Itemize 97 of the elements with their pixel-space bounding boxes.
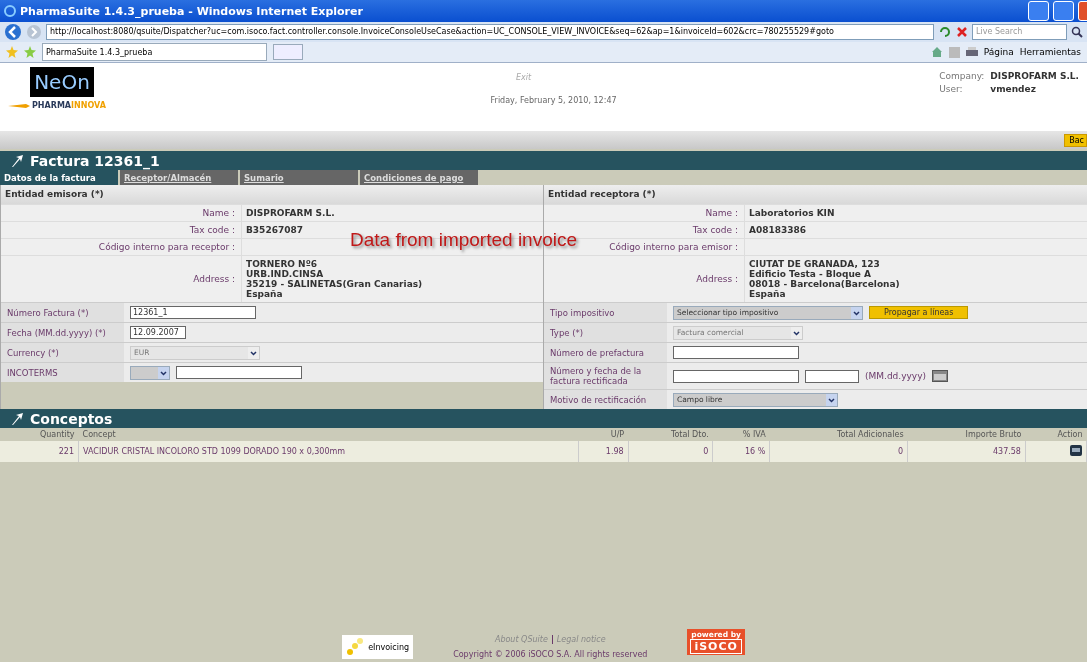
field-label: Número Factura (*) xyxy=(1,303,124,322)
star-icon[interactable] xyxy=(6,46,18,58)
field-value: Laboratorios KIN xyxy=(749,208,836,218)
maximize-button[interactable] xyxy=(1053,1,1074,21)
browser-icon xyxy=(4,5,16,17)
column-header: Quantity xyxy=(0,428,79,441)
field-label: Motivo de rectificación xyxy=(544,390,667,409)
brand-name: PHARMAINNOVA xyxy=(32,101,106,110)
table-cell: 437.58 xyxy=(907,441,1026,462)
column-header: Total Adicionales xyxy=(769,428,908,441)
date-format-hint: (MM.dd.yyyy) xyxy=(865,371,926,381)
field-label: Tax code : xyxy=(188,224,236,237)
dropdown[interactable] xyxy=(130,365,170,380)
field-label: Address : xyxy=(192,273,236,286)
caret-icon xyxy=(851,306,862,319)
company-label: Company: xyxy=(939,71,985,81)
tab[interactable]: Sumario xyxy=(240,170,360,185)
logo: NeOn xyxy=(30,67,94,97)
section-heading: Entidad receptora (*) xyxy=(544,185,1087,204)
section-title: Conceptos xyxy=(30,410,113,427)
table-cell: VACIDUR CRISTAL INCOLORO STD 1099 DORADO 190 x 0,300mm xyxy=(78,441,579,462)
date-text: Friday, February 5, 2010, 12:47 xyxy=(490,96,617,105)
field-value: B35267087 xyxy=(246,225,304,235)
propagate-button[interactable]: Propagar a líneas xyxy=(869,306,969,319)
field-label: Fecha (MM.dd.yyyy) (*) xyxy=(1,323,124,342)
field-value: DISPROFARM S.L. xyxy=(246,208,336,218)
column-header: Concept xyxy=(78,428,579,441)
caret-icon xyxy=(248,346,259,359)
field-label: Tipo impositivo xyxy=(544,303,667,322)
back-icon[interactable] xyxy=(4,23,22,41)
minimize-button[interactable] xyxy=(1028,1,1049,21)
search-icon[interactable] xyxy=(1071,26,1083,38)
dots-icon xyxy=(346,638,365,656)
table-cell: 0 xyxy=(628,441,713,462)
tab[interactable]: Datos de la factura xyxy=(0,170,120,185)
user-name: vmendez xyxy=(990,84,1037,94)
section-heading: Entidad emisora (*) xyxy=(1,185,543,204)
field-label: INCOTERMS xyxy=(1,363,124,382)
table-cell: 16 % xyxy=(712,441,770,462)
einvoicing-logo: eInvoicing xyxy=(368,642,410,652)
field-label: Currency (*) xyxy=(1,343,124,362)
column-header: % IVA xyxy=(712,428,770,441)
view-icon[interactable] xyxy=(1070,445,1082,456)
print-icon[interactable] xyxy=(965,46,978,58)
caret-icon xyxy=(826,393,837,406)
back-button[interactable]: Bac xyxy=(1064,133,1087,147)
refresh-icon[interactable] xyxy=(938,25,952,39)
user-label: User: xyxy=(939,84,964,94)
toolbar-menu[interactable]: Herramientas xyxy=(1019,47,1081,57)
field-label: Número de prefactura xyxy=(544,343,667,362)
home-icon[interactable] xyxy=(930,46,943,58)
date-field[interactable]: 12.09.2007 xyxy=(130,326,186,339)
column-header: U/P xyxy=(578,428,629,441)
arrow-icon xyxy=(10,153,24,168)
text-field[interactable] xyxy=(673,369,799,383)
table-cell: 1.98 xyxy=(578,441,629,462)
text-field[interactable] xyxy=(176,366,302,379)
address-line: URB.IND.CINSA xyxy=(246,269,325,279)
table-cell: 221 xyxy=(0,441,79,462)
address-line: España xyxy=(749,289,787,299)
tab[interactable]: Condiciones de pago xyxy=(360,170,480,185)
date-field[interactable] xyxy=(805,369,859,383)
calendar-icon[interactable] xyxy=(932,370,948,382)
field-label: Código interno para receptor : xyxy=(97,241,236,254)
address-line: CIUTAT DE GRANADA, 123 xyxy=(749,259,881,269)
address-line: TORNERO Nº6 xyxy=(246,259,318,269)
text-field[interactable]: 12361_1 xyxy=(130,306,256,319)
field-label: Type (*) xyxy=(544,323,667,342)
copyright-text: Copyright © 2006 iSOCO S.A. All rights reserved xyxy=(453,650,648,659)
arrow-icon xyxy=(10,411,24,426)
window-title: PharmaSuite 1.4.3_prueba - Windows Internet Explorer xyxy=(20,4,364,18)
field-label: Name : xyxy=(704,207,739,220)
text-field[interactable] xyxy=(673,346,799,359)
annotation-text: Data from imported invoice xyxy=(350,229,578,251)
field-value: A08183386 xyxy=(749,225,808,235)
column-header: Total Dto. xyxy=(628,428,713,441)
field-label: Address : xyxy=(695,273,739,286)
column-header: Action xyxy=(1025,428,1087,441)
table-cell: 0 xyxy=(769,441,908,462)
address-line: 35219 - SALINETAS(Gran Canarias) xyxy=(246,279,424,289)
caret-icon xyxy=(158,366,169,379)
field-label: Número y fecha de la factura rectificada xyxy=(544,363,667,389)
tab[interactable]: Receptor/Almacén xyxy=(120,170,240,185)
company-name: DISPROFARM S.L. xyxy=(990,71,1079,81)
address-line: España xyxy=(246,289,284,299)
field-label: Name : xyxy=(201,207,236,220)
stop-icon[interactable] xyxy=(956,26,968,38)
column-header: Importe Bruto xyxy=(907,428,1026,441)
page-title: Factura 12361_1 xyxy=(30,152,160,169)
address-field[interactable]: http://localhost:8080/qsuite/Dispatcher?uc=com.isoco.fact.controller.console.InvoiceConsoleUseCase&action=UC_CONSOLE_VIEW_INVOICE&seq=62&ap=1&invoiceId=602&crc=780255529#goto xyxy=(46,24,934,40)
browser-tab[interactable]: PharmaSuite 1.4.3_prueba xyxy=(42,43,267,61)
toolbar-menu[interactable]: Página xyxy=(983,47,1014,57)
field-label: Tax code : xyxy=(691,224,739,237)
address-line: Edificio Testa - Bloque A xyxy=(749,269,873,279)
caret-icon xyxy=(791,326,802,339)
new-tab-button[interactable] xyxy=(273,44,303,60)
address-line: 08018 - Barcelona(Barcelona) xyxy=(749,279,901,289)
